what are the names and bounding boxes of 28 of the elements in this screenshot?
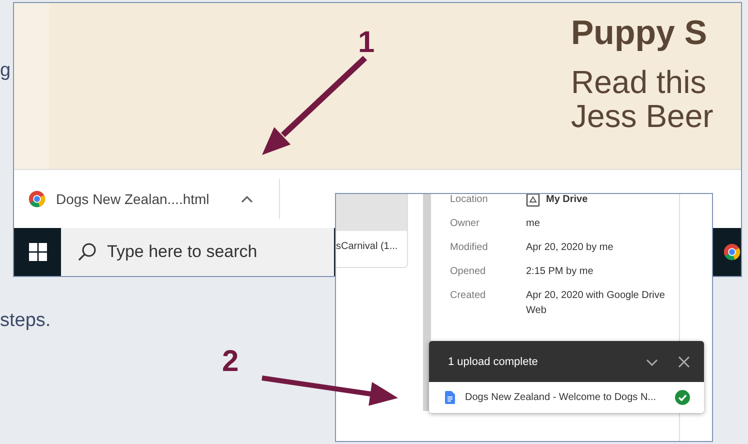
page-text-fragment: steps. (0, 310, 51, 332)
document-icon (445, 391, 455, 404)
detail-label: Owner (450, 217, 480, 231)
detail-value: Apr 20, 2020 by me (526, 241, 614, 255)
detail-value[interactable]: My Drive (546, 194, 588, 207)
search-icon (77, 242, 97, 262)
page-heading: Puppy S (571, 15, 708, 51)
detail-value: me (526, 217, 541, 231)
callout-number: 2 (222, 347, 239, 377)
detail-value: 2:15 PM by me (526, 265, 594, 279)
detail-label: Created (450, 289, 487, 303)
file-card[interactable]: sCarnival (1... (336, 194, 408, 268)
callout-number: 1 (358, 28, 375, 58)
toast-title: 1 upload complete (448, 356, 539, 368)
download-item[interactable]: Dogs New Zealan....html (14, 179, 280, 219)
caret-icon[interactable] (241, 195, 253, 203)
chrome-icon[interactable] (723, 241, 741, 263)
detail-label: Opened (450, 265, 487, 279)
windows-icon (28, 243, 46, 261)
detail-label: Modified (450, 241, 489, 255)
upload-file-name[interactable]: Dogs New Zealand - Welcome to Dogs N... (465, 392, 665, 403)
page-text-fragment: g (0, 60, 11, 82)
drive-icon (526, 194, 540, 206)
page-text: Read this (571, 65, 708, 99)
page-text: Jess Beer (571, 99, 714, 133)
detail-value: Apr 20, 2020 with Google Drive Web (526, 289, 666, 318)
detail-label: Location (450, 194, 489, 207)
taskbar-search-field[interactable]: Type here to search (61, 228, 334, 276)
